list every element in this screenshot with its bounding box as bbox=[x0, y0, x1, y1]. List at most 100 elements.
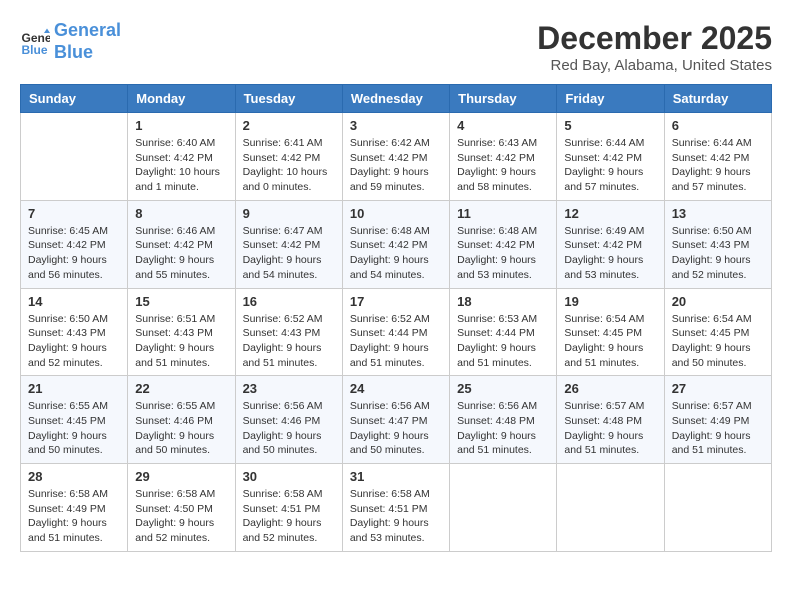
day-info: Sunrise: 6:45 AMSunset: 4:42 PMDaylight:… bbox=[28, 224, 120, 283]
calendar-cell: 7 Sunrise: 6:45 AMSunset: 4:42 PMDaylight… bbox=[21, 200, 128, 288]
day-number: 2 bbox=[243, 118, 335, 133]
day-info: Sunrise: 6:57 AMSunset: 4:48 PMDaylight:… bbox=[564, 399, 656, 458]
calendar-cell bbox=[557, 464, 664, 552]
calendar-cell: 3Sunrise: 6:42 AMSunset: 4:42 PMDaylight… bbox=[342, 113, 449, 201]
title-section: December 2025 Red Bay, Alabama, United S… bbox=[537, 20, 772, 74]
calendar-cell: 27Sunrise: 6:57 AMSunset: 4:49 PMDayligh… bbox=[664, 376, 771, 464]
logo-general: General bbox=[54, 20, 121, 40]
day-number: 4 bbox=[457, 118, 549, 133]
day-info: Sunrise: 6:48 AMSunset: 4:42 PMDaylight:… bbox=[457, 224, 549, 283]
day-number: 15 bbox=[135, 294, 227, 309]
logo-icon: General Blue bbox=[20, 27, 50, 57]
calendar-cell: 23 Sunrise: 6:56 AMSunset: 4:46 PMDayligh… bbox=[235, 376, 342, 464]
calendar-cell: 22Sunrise: 6:55 AMSunset: 4:46 PMDayligh… bbox=[128, 376, 235, 464]
logo: General Blue General Blue bbox=[20, 20, 121, 63]
calendar-cell: 2 Sunrise: 6:41 AMSunset: 4:42 PMDaylight… bbox=[235, 113, 342, 201]
week-row-3: 21 Sunrise: 6:55 AMSunset: 4:45 PMDayligh… bbox=[21, 376, 772, 464]
day-number: 30 bbox=[243, 469, 335, 484]
calendar-cell: 13Sunrise: 6:50 AMSunset: 4:43 PMDayligh… bbox=[664, 200, 771, 288]
day-number: 22 bbox=[135, 381, 227, 396]
day-info: Sunrise: 6:56 AMSunset: 4:47 PMDaylight:… bbox=[350, 399, 442, 458]
week-row-1: 7 Sunrise: 6:45 AMSunset: 4:42 PMDaylight… bbox=[21, 200, 772, 288]
day-number: 1 bbox=[135, 118, 227, 133]
day-info: Sunrise: 6:56 AMSunset: 4:46 PMDaylight:… bbox=[243, 399, 335, 458]
calendar-cell: 20 Sunrise: 6:54 AMSunset: 4:45 PMDayligh… bbox=[664, 288, 771, 376]
calendar-cell: 26 Sunrise: 6:57 AMSunset: 4:48 PMDayligh… bbox=[557, 376, 664, 464]
day-number: 7 bbox=[28, 206, 120, 221]
calendar-cell bbox=[21, 113, 128, 201]
calendar-cell: 17Sunrise: 6:52 AMSunset: 4:44 PMDayligh… bbox=[342, 288, 449, 376]
calendar-cell: 18 Sunrise: 6:53 AMSunset: 4:44 PMDayligh… bbox=[450, 288, 557, 376]
day-number: 10 bbox=[350, 206, 442, 221]
day-number: 25 bbox=[457, 381, 549, 396]
day-info: Sunrise: 6:40 AMSunset: 4:42 PMDaylight:… bbox=[135, 136, 227, 195]
calendar-cell: 5 Sunrise: 6:44 AMSunset: 4:42 PMDaylight… bbox=[557, 113, 664, 201]
day-number: 21 bbox=[28, 381, 120, 396]
day-info: Sunrise: 6:54 AMSunset: 4:45 PMDaylight:… bbox=[672, 312, 764, 371]
calendar-cell: 21 Sunrise: 6:55 AMSunset: 4:45 PMDayligh… bbox=[21, 376, 128, 464]
calendar-cell: 4 Sunrise: 6:43 AMSunset: 4:42 PMDaylight… bbox=[450, 113, 557, 201]
day-info: Sunrise: 6:43 AMSunset: 4:42 PMDaylight:… bbox=[457, 136, 549, 195]
calendar-table: SundayMondayTuesdayWednesdayThursdayFrid… bbox=[20, 84, 772, 552]
logo-text: General Blue bbox=[54, 20, 121, 63]
weekday-header-saturday: Saturday bbox=[664, 85, 771, 113]
day-info: Sunrise: 6:58 AMSunset: 4:51 PMDaylight:… bbox=[243, 487, 335, 546]
day-info: Sunrise: 6:50 AMSunset: 4:43 PMDaylight:… bbox=[28, 312, 120, 371]
calendar-cell: 8Sunrise: 6:46 AMSunset: 4:42 PMDaylight… bbox=[128, 200, 235, 288]
weekday-header-sunday: Sunday bbox=[21, 85, 128, 113]
week-row-0: 1 Sunrise: 6:40 AMSunset: 4:42 PMDaylight… bbox=[21, 113, 772, 201]
day-number: 31 bbox=[350, 469, 442, 484]
day-number: 20 bbox=[672, 294, 764, 309]
day-number: 16 bbox=[243, 294, 335, 309]
day-info: Sunrise: 6:54 AMSunset: 4:45 PMDaylight:… bbox=[564, 312, 656, 371]
day-number: 8 bbox=[135, 206, 227, 221]
day-number: 13 bbox=[672, 206, 764, 221]
day-info: Sunrise: 6:55 AMSunset: 4:45 PMDaylight:… bbox=[28, 399, 120, 458]
day-number: 26 bbox=[564, 381, 656, 396]
week-row-2: 14Sunrise: 6:50 AMSunset: 4:43 PMDayligh… bbox=[21, 288, 772, 376]
day-info: Sunrise: 6:47 AMSunset: 4:42 PMDaylight:… bbox=[243, 224, 335, 283]
day-info: Sunrise: 6:41 AMSunset: 4:42 PMDaylight:… bbox=[243, 136, 335, 195]
calendar-cell: 1 Sunrise: 6:40 AMSunset: 4:42 PMDaylight… bbox=[128, 113, 235, 201]
day-info: Sunrise: 6:44 AMSunset: 4:42 PMDaylight:… bbox=[564, 136, 656, 195]
location-title: Red Bay, Alabama, United States bbox=[537, 57, 772, 74]
day-info: Sunrise: 6:58 AMSunset: 4:50 PMDaylight:… bbox=[135, 487, 227, 546]
day-info: Sunrise: 6:51 AMSunset: 4:43 PMDaylight:… bbox=[135, 312, 227, 371]
day-number: 23 bbox=[243, 381, 335, 396]
day-number: 11 bbox=[457, 206, 549, 221]
day-info: Sunrise: 6:49 AMSunset: 4:42 PMDaylight:… bbox=[564, 224, 656, 283]
calendar-cell: 16Sunrise: 6:52 AMSunset: 4:43 PMDayligh… bbox=[235, 288, 342, 376]
week-row-4: 28Sunrise: 6:58 AMSunset: 4:49 PMDayligh… bbox=[21, 464, 772, 552]
calendar-cell: 12Sunrise: 6:49 AMSunset: 4:42 PMDayligh… bbox=[557, 200, 664, 288]
day-number: 28 bbox=[28, 469, 120, 484]
weekday-header-thursday: Thursday bbox=[450, 85, 557, 113]
calendar-cell: 29 Sunrise: 6:58 AMSunset: 4:50 PMDayligh… bbox=[128, 464, 235, 552]
day-info: Sunrise: 6:56 AMSunset: 4:48 PMDaylight:… bbox=[457, 399, 549, 458]
calendar-cell: 14Sunrise: 6:50 AMSunset: 4:43 PMDayligh… bbox=[21, 288, 128, 376]
day-info: Sunrise: 6:42 AMSunset: 4:42 PMDaylight:… bbox=[350, 136, 442, 195]
weekday-header-friday: Friday bbox=[557, 85, 664, 113]
day-number: 19 bbox=[564, 294, 656, 309]
day-info: Sunrise: 6:52 AMSunset: 4:44 PMDaylight:… bbox=[350, 312, 442, 371]
day-number: 5 bbox=[564, 118, 656, 133]
day-info: Sunrise: 6:58 AMSunset: 4:51 PMDaylight:… bbox=[350, 487, 442, 546]
calendar-cell: 30 Sunrise: 6:58 AMSunset: 4:51 PMDayligh… bbox=[235, 464, 342, 552]
weekday-header-tuesday: Tuesday bbox=[235, 85, 342, 113]
day-number: 18 bbox=[457, 294, 549, 309]
calendar-cell: 9 Sunrise: 6:47 AMSunset: 4:42 PMDaylight… bbox=[235, 200, 342, 288]
day-info: Sunrise: 6:48 AMSunset: 4:42 PMDaylight:… bbox=[350, 224, 442, 283]
calendar-cell bbox=[450, 464, 557, 552]
calendar-cell: 15 Sunrise: 6:51 AMSunset: 4:43 PMDayligh… bbox=[128, 288, 235, 376]
day-number: 24 bbox=[350, 381, 442, 396]
calendar-cell: 19 Sunrise: 6:54 AMSunset: 4:45 PMDayligh… bbox=[557, 288, 664, 376]
logo-blue: Blue bbox=[54, 42, 93, 62]
day-info: Sunrise: 6:53 AMSunset: 4:44 PMDaylight:… bbox=[457, 312, 549, 371]
weekday-header-monday: Monday bbox=[128, 85, 235, 113]
calendar-cell: 25 Sunrise: 6:56 AMSunset: 4:48 PMDayligh… bbox=[450, 376, 557, 464]
calendar-cell: 31 Sunrise: 6:58 AMSunset: 4:51 PMDayligh… bbox=[342, 464, 449, 552]
day-number: 29 bbox=[135, 469, 227, 484]
day-number: 6 bbox=[672, 118, 764, 133]
day-info: Sunrise: 6:44 AMSunset: 4:42 PMDaylight:… bbox=[672, 136, 764, 195]
day-number: 9 bbox=[243, 206, 335, 221]
calendar-cell: 28Sunrise: 6:58 AMSunset: 4:49 PMDayligh… bbox=[21, 464, 128, 552]
